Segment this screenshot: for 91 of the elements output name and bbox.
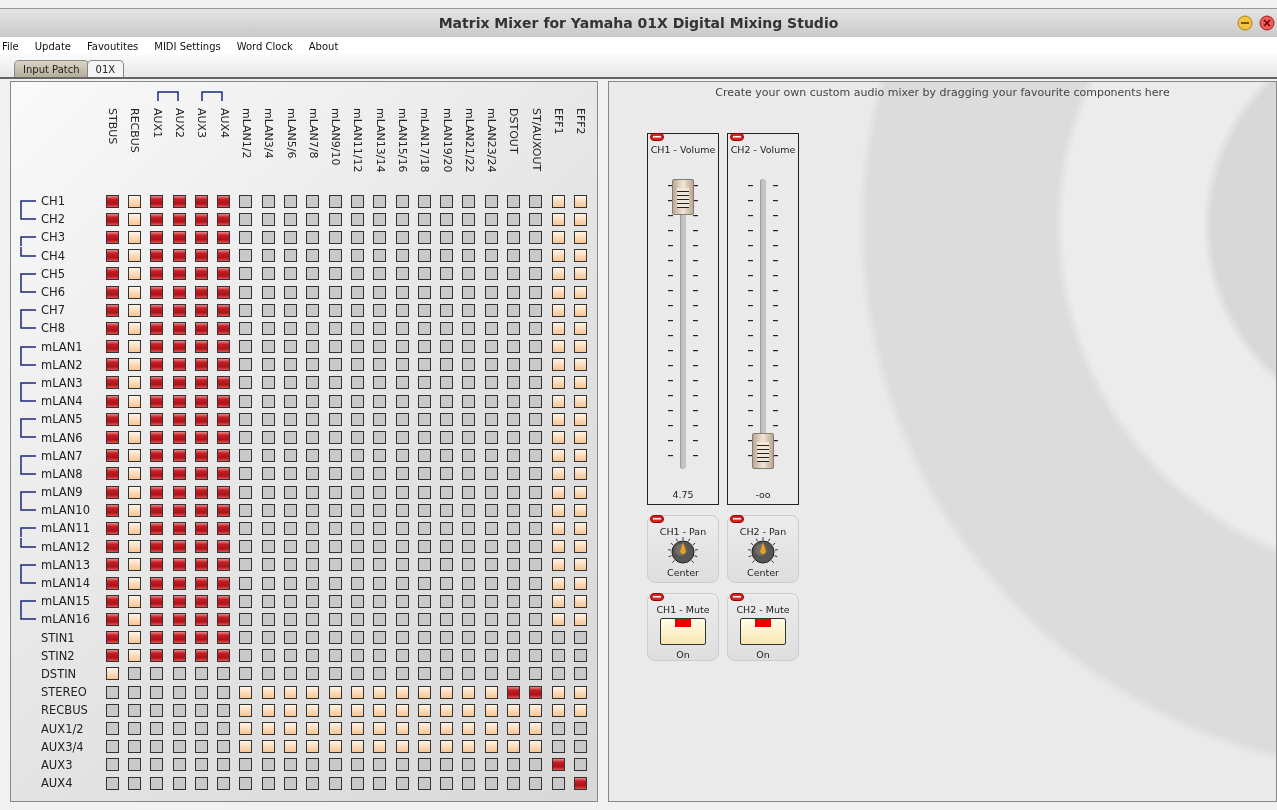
row-label: STEREO — [41, 685, 87, 700]
column-header: mLAN17/18 — [418, 108, 431, 173]
row-label: mLAN4 — [41, 394, 83, 409]
column-header: EFF1 — [552, 108, 565, 135]
row-label: DSTIN — [41, 666, 77, 681]
column-header: DSTOUT — [507, 108, 520, 154]
row-label: mLAN5 — [41, 412, 83, 427]
row-label: CH4 — [41, 248, 65, 263]
column-header: AUX2 — [173, 108, 186, 139]
column-header: mLAN13/14 — [373, 108, 386, 173]
row-label: mLAN6 — [41, 430, 83, 445]
column-header: ST/AUXOUT — [529, 108, 542, 172]
hint-text: Create your own custom audio mixer by dragging your favourite components here — [715, 86, 1170, 99]
row-label: CH6 — [41, 285, 65, 300]
column-header: mLAN3/4 — [262, 108, 275, 159]
row-label: CH3 — [41, 230, 65, 245]
row-label: mLAN11 — [41, 521, 90, 536]
knob-icon[interactable] — [665, 537, 701, 567]
column-header: EFF2 — [574, 108, 587, 135]
row-label: mLAN1 — [41, 339, 83, 354]
column-header: mLAN1/2 — [239, 108, 252, 159]
mute-value: On — [676, 649, 690, 660]
fader-value: -oo — [755, 489, 771, 500]
minimize-icon[interactable] — [1237, 15, 1253, 31]
row-label: mLAN15 — [41, 594, 90, 609]
row-label: CH1 — [41, 194, 65, 209]
row-label: STIN2 — [41, 648, 75, 663]
row-label: mLAN12 — [41, 539, 90, 554]
column-header: RECBUS — [128, 108, 141, 153]
row-label: mLAN16 — [41, 612, 90, 627]
mute-value: On — [756, 649, 770, 660]
mute-label: CH1 - Mute — [656, 604, 710, 615]
tab[interactable]: Input Patch — [14, 60, 89, 77]
menu-item[interactable]: About — [300, 40, 347, 52]
knob-icon[interactable] — [745, 537, 781, 567]
row-label: CH5 — [41, 266, 65, 281]
column-header: AUX4 — [217, 108, 230, 139]
row-label: mLAN10 — [41, 503, 90, 518]
led-icon — [730, 515, 744, 523]
mute-button[interactable] — [740, 618, 786, 645]
led-icon — [650, 515, 664, 523]
pan-label: CH1 - Pan — [659, 526, 707, 537]
fader-label: CH1 - Volume — [650, 144, 716, 155]
row-label: AUX3 — [41, 757, 73, 772]
column-header: mLAN23/24 — [485, 108, 498, 173]
pan-value: Center — [747, 567, 779, 578]
mute-label: CH2 - Mute — [736, 604, 790, 615]
row-label: mLAN3 — [41, 375, 83, 390]
fader-label: CH2 - Volume — [730, 144, 796, 155]
led-icon — [730, 133, 744, 141]
fader-thumb[interactable] — [672, 178, 694, 215]
row-label: AUX3/4 — [41, 739, 84, 754]
row-label: STIN1 — [41, 630, 75, 645]
menu-item[interactable]: Favoutites — [78, 40, 147, 52]
row-label: mLAN2 — [41, 357, 83, 372]
menu-item[interactable]: Update — [26, 40, 79, 52]
pan-value: Center — [667, 567, 699, 578]
column-header: AUX1 — [150, 108, 163, 139]
row-label: AUX1/2 — [41, 721, 84, 736]
row-label: mLAN13 — [41, 557, 90, 572]
tab[interactable]: 01X — [86, 60, 125, 77]
led-icon — [650, 133, 664, 141]
column-header: mLAN19/20 — [440, 108, 453, 173]
column-header: mLAN9/10 — [329, 108, 342, 166]
column-header: mLAN15/16 — [396, 108, 408, 173]
fader-thumb[interactable] — [752, 433, 774, 469]
row-label: CH2 — [41, 212, 65, 227]
pan-label: CH2 - Pan — [739, 526, 787, 537]
column-header: mLAN7/8 — [306, 108, 319, 159]
row-label: mLAN14 — [41, 576, 90, 591]
menu-item[interactable]: Word Clock — [228, 40, 301, 52]
fader-value: 4.75 — [672, 489, 694, 500]
row-label: mLAN9 — [41, 485, 83, 500]
row-label: AUX4 — [41, 776, 73, 791]
mute-button[interactable] — [660, 618, 706, 645]
row-label: RECBUS — [41, 703, 88, 718]
row-label: CH8 — [41, 321, 65, 336]
led-icon — [650, 593, 664, 601]
window-title: Matrix Mixer for Yamaha 01X Digital Mixing Studio — [438, 15, 839, 31]
column-header: mLAN21/22 — [462, 108, 475, 173]
close-icon[interactable] — [1259, 15, 1275, 31]
row-label: mLAN8 — [41, 466, 83, 481]
row-label: CH7 — [41, 303, 65, 318]
menu-item[interactable]: File — [2, 40, 27, 52]
column-header: mLAN5/6 — [284, 108, 297, 159]
row-label: mLAN7 — [41, 448, 83, 463]
menu-item[interactable]: MIDI Settings — [146, 40, 229, 52]
column-header: mLAN11/12 — [351, 108, 364, 173]
led-icon — [730, 593, 744, 601]
column-header: STBUS — [106, 108, 119, 145]
column-header: AUX3 — [195, 108, 208, 139]
